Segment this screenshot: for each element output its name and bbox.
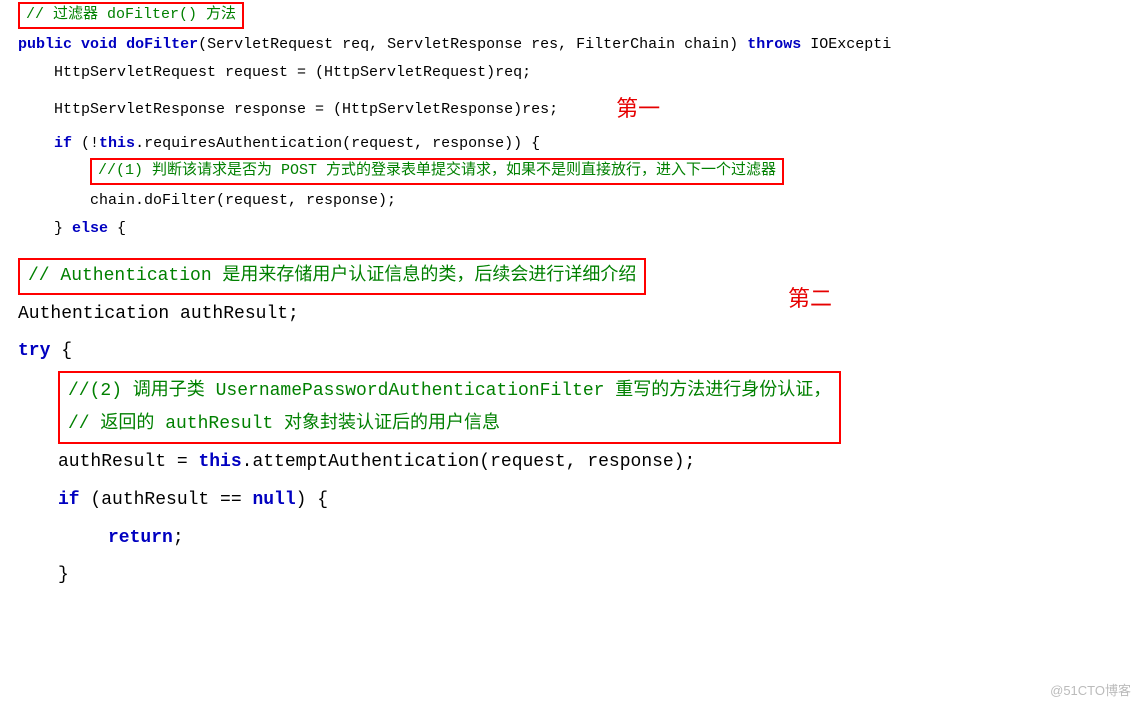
code-line: try { (18, 333, 1125, 371)
annotation-1: 第一 (616, 88, 660, 130)
comment-text: // Authentication 是用来存储用户认证信息的类，后续会进行详细介… (28, 266, 636, 286)
comment-text: // 过滤器 doFilter() 方法 (26, 6, 236, 23)
code-line: } (18, 557, 1125, 595)
code-line: Authentication authResult; (18, 296, 1125, 334)
comment-line-1: // 过滤器 doFilter() 方法 (18, 2, 1125, 31)
watermark: @51CTO博客 (1050, 679, 1131, 704)
comment-text: //(2) 调用子类 UsernamePasswordAuthenticatio… (68, 381, 831, 401)
code-line: HttpServletResponse response = (HttpServ… (18, 88, 1125, 130)
code-line: if (authResult == null) { (18, 482, 1125, 520)
code-line: HttpServletRequest request = (HttpServle… (18, 59, 1125, 88)
code-line: chain.doFilter(request, response); (18, 187, 1125, 216)
code-block-2: // Authentication 是用来存储用户认证信息的类，后续会进行详细介… (0, 248, 1143, 599)
code-line: authResult = this.attemptAuthentication(… (18, 444, 1125, 482)
code-block-1: // 过滤器 doFilter() 方法 public void doFilte… (0, 0, 1143, 248)
comment-line-2: //(1) 判断该请求是否为 POST 方式的登录表单提交请求，如果不是则直接放… (18, 158, 1125, 187)
code-line: if (!this.requiresAuthentication(request… (18, 130, 1125, 159)
comment-line-4: //(2) 调用子类 UsernamePasswordAuthenticatio… (18, 371, 1125, 444)
method-signature: public void doFilter(ServletRequest req,… (18, 31, 1125, 60)
comment-line-3: // Authentication 是用来存储用户认证信息的类，后续会进行详细介… (18, 258, 1125, 296)
annotation-2: 第二 (788, 276, 832, 322)
code-line: return; (18, 520, 1125, 558)
code-line: } else { (18, 215, 1125, 244)
comment-text: // 返回的 authResult 对象封装认证后的用户信息 (68, 414, 500, 434)
comment-text: //(1) 判断该请求是否为 POST 方式的登录表单提交请求，如果不是则直接放… (98, 162, 776, 179)
